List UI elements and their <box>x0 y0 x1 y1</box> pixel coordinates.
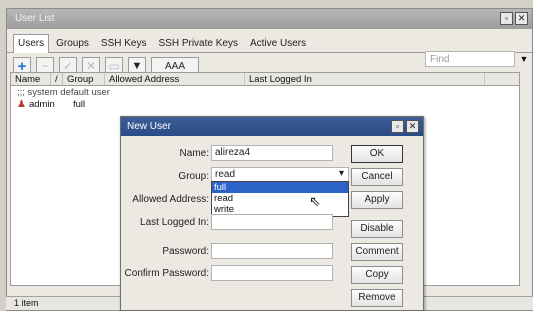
dialog-title: New User <box>127 121 171 132</box>
group-dropdown-list: full read write <box>211 181 349 217</box>
tab-groups[interactable]: Groups <box>51 34 94 52</box>
dialog-restore-icon[interactable]: ▫ <box>391 120 404 133</box>
find-dropdown-icon[interactable]: ▼ <box>517 51 531 67</box>
window-titlebar: User List ▫ ✕ <box>7 9 532 29</box>
column-allowed-address[interactable]: Allowed Address <box>105 73 245 85</box>
tab-ssh-keys[interactable]: SSH Keys <box>96 34 152 52</box>
table-row[interactable]: ♟ admin full <box>11 99 519 110</box>
name-field[interactable]: alireza4 <box>211 145 333 161</box>
close-icon[interactable]: ✕ <box>515 12 528 25</box>
column-group[interactable]: Group <box>63 73 105 85</box>
last-logged-in-field[interactable] <box>211 214 333 230</box>
tab-active-users[interactable]: Active Users <box>245 34 311 52</box>
find-input[interactable]: Find <box>425 51 515 67</box>
group-label: Group: <box>178 171 209 182</box>
mouse-cursor-icon: ⇖ <box>309 193 321 209</box>
window-title: User List <box>15 13 55 24</box>
tab-users[interactable]: Users <box>13 34 50 53</box>
option-full[interactable]: full <box>212 182 348 193</box>
allowed-address-label: Allowed Address: <box>132 194 209 205</box>
item-count: 1 item <box>14 298 39 308</box>
name-label: Name: <box>179 148 209 159</box>
comment-button[interactable]: Comment <box>351 243 403 261</box>
user-icon: ♟ <box>17 99 26 110</box>
dialog-titlebar: New User ▫ ✕ <box>121 117 423 136</box>
column-last-logged-in[interactable]: Last Logged In <box>245 73 485 85</box>
ok-button[interactable]: OK <box>351 145 403 163</box>
sort-indicator: / <box>51 73 63 85</box>
new-user-dialog: New User ▫ ✕ Name: alireza4 Group: read … <box>120 116 424 311</box>
row-comment: ;;; system default user <box>17 87 110 98</box>
option-read[interactable]: read <box>212 193 348 204</box>
table-header: Name / Group Allowed Address Last Logged… <box>10 72 520 86</box>
tab-ssh-private-keys[interactable]: SSH Private Keys <box>154 34 243 52</box>
cell-name: admin <box>28 99 55 110</box>
password-label: Password: <box>162 246 209 257</box>
disable-button[interactable]: Disable <box>351 220 403 238</box>
password-field[interactable] <box>211 243 333 259</box>
copy-button[interactable]: Copy <box>351 266 403 284</box>
restore-icon[interactable]: ▫ <box>500 12 513 25</box>
confirm-password-label: Confirm Password: <box>124 268 209 279</box>
confirm-password-field[interactable] <box>211 265 333 281</box>
last-logged-in-label: Last Logged In: <box>140 217 209 228</box>
group-selected-value: read <box>215 169 236 180</box>
dialog-close-icon[interactable]: ✕ <box>406 120 419 133</box>
remove-button[interactable]: Remove <box>351 289 403 307</box>
tab-bar: Users Groups SSH Keys SSH Private Keys A… <box>7 29 532 53</box>
dropdown-arrow-icon[interactable]: ▾ <box>339 168 344 179</box>
apply-button[interactable]: Apply <box>351 191 403 209</box>
column-name[interactable]: Name <box>11 73 51 85</box>
cell-group: full <box>72 99 86 110</box>
cancel-button[interactable]: Cancel <box>351 168 403 186</box>
